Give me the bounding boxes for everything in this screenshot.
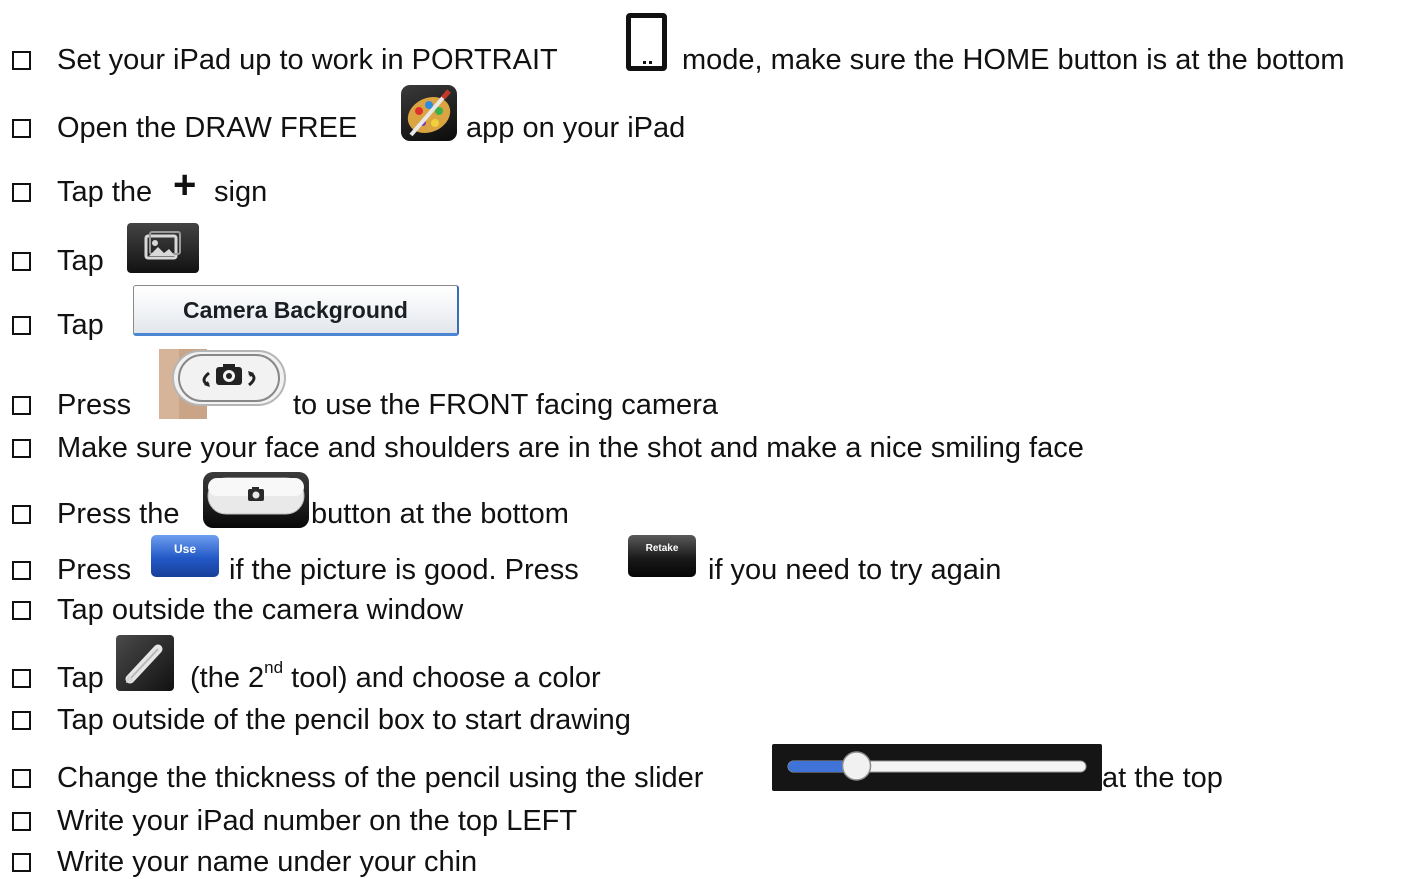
step-text: Press the [57,498,180,530]
checkbox[interactable] [12,853,31,872]
step-text: Write your iPad number on the top LEFT [57,805,578,837]
checkbox[interactable] [12,561,31,580]
step-text: to use the FRONT facing camera [293,389,718,421]
checklist-item: Press Use if the picture is good. Press … [0,535,1418,595]
checkbox[interactable] [12,505,31,524]
photo-frame-icon[interactable] [127,223,199,273]
checkbox[interactable] [12,711,31,730]
checkbox[interactable] [12,812,31,831]
step-text: mode, make sure the HOME button is at th… [682,44,1345,76]
step-text: Tap [57,662,104,694]
checklist-item: Press to use the FRONT facing camera [0,349,1418,421]
camera-flip-icon[interactable] [159,349,287,419]
step-text: button at the bottom [311,498,569,530]
checklist-item: Tap (the 2nd tool) and choose a color [0,635,1418,695]
step-text: Tap [57,245,104,277]
checkbox[interactable] [12,119,31,138]
step-text: Press [57,389,132,421]
thickness-slider[interactable] [772,744,1102,791]
step-text: Tap outside of the pencil box to start d… [57,704,631,736]
pencil-icon[interactable] [116,635,174,691]
step-text: Make sure your face and shoulders are in… [57,432,1084,464]
checkbox[interactable] [12,183,31,202]
checkbox[interactable] [12,316,31,335]
step-text: if the picture is good. Press [229,554,579,586]
checklist-item: Change the thickness of the pencil using… [0,744,1418,804]
checklist-item: Tap Camera Background [0,285,1418,345]
step-text: Press [57,554,132,586]
checkbox[interactable] [12,601,31,620]
checkbox[interactable] [12,769,31,788]
step-text: Open the DRAW FREE [57,112,358,144]
step-text: sign [214,176,268,208]
checkbox[interactable] [12,439,31,458]
plus-icon: + [173,163,197,207]
checklist-item: Make sure your face and shoulders are in… [0,420,1418,480]
step-text: at the top [1102,762,1223,794]
retake-button[interactable]: Retake [628,535,696,577]
checklist-item: Press the button at the bottom [0,472,1418,532]
checkbox[interactable] [12,252,31,271]
checklist-item: Tap the + sign [0,160,1418,220]
use-button[interactable]: Use [151,535,219,577]
step-text: if you need to try again [708,554,1002,586]
checklist-item: Open the DRAW FREE app on your iPad [0,85,1418,145]
checkbox[interactable] [12,396,31,415]
camera-shutter-icon[interactable] [203,472,309,528]
step-text: Tap [57,309,104,341]
step-text: Tap the [57,176,153,208]
step-text: Write your name under your chin [57,846,478,878]
checklist-item: Set your iPad up to work in PORTRAIT mod… [0,10,1418,76]
ipad-portrait-icon [626,13,667,71]
step-text: (the 2nd tool) and choose a color [190,658,601,694]
step-text: app on your iPad [466,112,686,144]
checkbox[interactable] [12,51,31,70]
paint-palette-icon[interactable] [401,85,457,141]
step-text: Tap outside the camera window [57,594,464,626]
checklist-item: Tap [0,222,1418,282]
step-text: Change the thickness of the pencil using… [57,762,704,794]
camera-background-button[interactable]: Camera Background [133,285,459,336]
step-text: Set your iPad up to work in PORTRAIT [57,44,558,76]
checklist-item: Write your name under your chin [0,840,1418,878]
checkbox[interactable] [12,669,31,688]
